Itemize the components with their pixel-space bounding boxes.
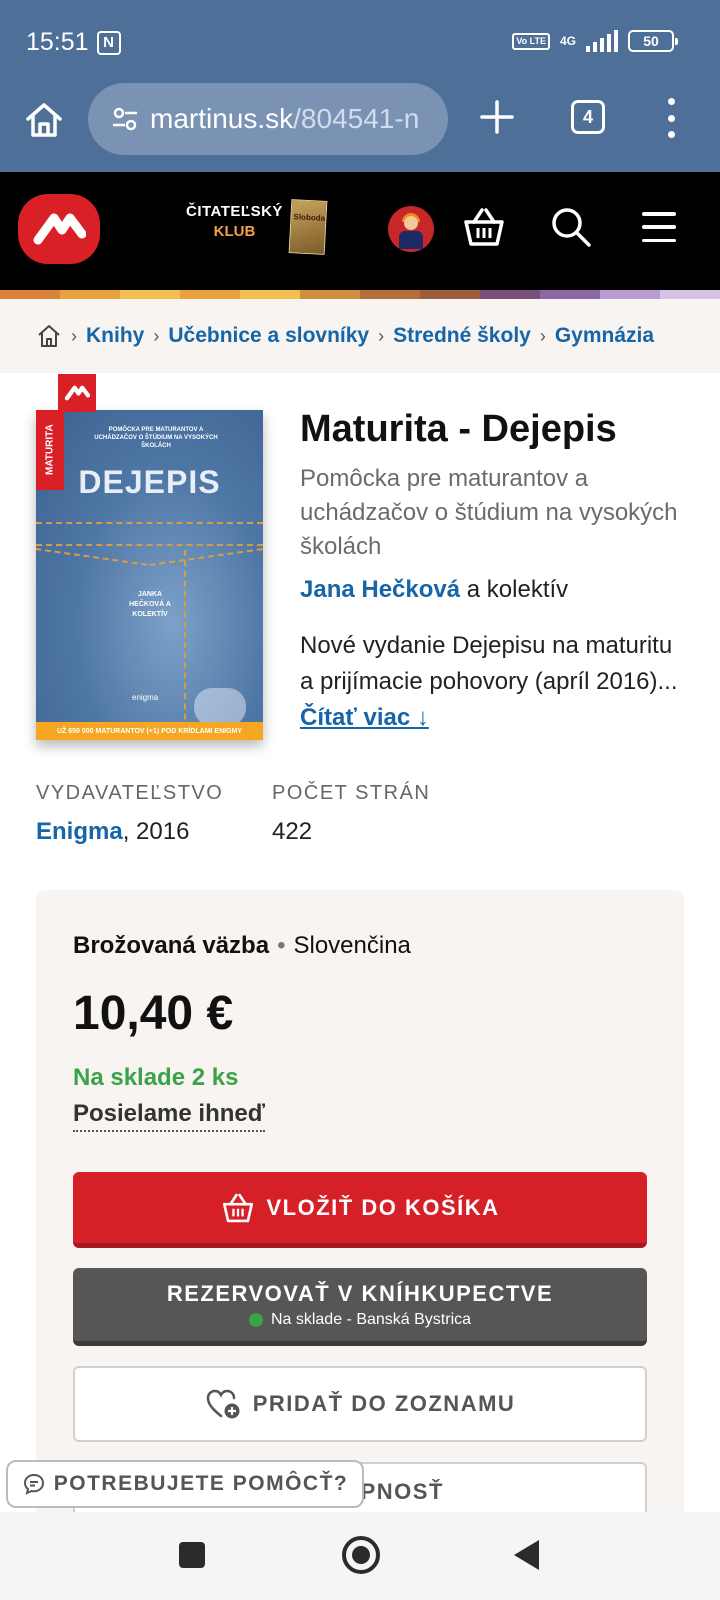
breadcrumb-ucebnice[interactable]: Učebnice a slovníky (168, 324, 369, 348)
martinus-logo[interactable] (18, 194, 100, 264)
add-to-cart-button[interactable]: VLOŽIŤ DO KOŠÍKA (73, 1172, 647, 1248)
chevron-right-icon: › (378, 325, 385, 346)
publisher-value: Enigma, 2016 (36, 818, 189, 846)
pages-value: 422 (272, 818, 313, 845)
read-more-link[interactable]: Čítať viac ↓ (300, 704, 429, 731)
address-bar[interactable]: martinus.sk/804541-n (88, 83, 448, 155)
url-path: /804541-n (293, 103, 420, 134)
reserve-in-store-button[interactable]: REZERVOVAŤ V KNÍHKUPECTVE Na sklade - Ba… (73, 1268, 647, 1346)
breadcrumb-knihy[interactable]: Knihy (86, 324, 144, 348)
hamburger-menu-icon[interactable] (642, 212, 676, 242)
add-to-cart-label: VLOŽIŤ DO KOŠÍKA (266, 1194, 500, 1220)
help-label: POTREBUJETE POMÔCŤ? (53, 1472, 349, 1495)
status-indicators: Vo LTE 4G 50 (512, 30, 678, 52)
author-suffix: a kolektív (460, 576, 569, 603)
chat-bubble-icon (23, 1473, 44, 1495)
site-settings-icon[interactable] (110, 104, 140, 134)
heart-plus-icon (206, 1389, 240, 1419)
chevron-right-icon: › (71, 325, 77, 346)
status-bar: 15:51 N Vo LTE 4G 50 (0, 0, 720, 86)
book-author-line: Jana Hečková a kolektív (300, 576, 568, 604)
format-line: Brožovaná väzba • Slovenčina (73, 932, 411, 959)
battery-level: 50 (643, 33, 659, 49)
back-icon[interactable] (514, 1540, 539, 1570)
user-avatar[interactable] (388, 206, 434, 252)
club-magazine-image[interactable]: Sloboda (288, 199, 328, 255)
author-link[interactable]: Jana Hečková (300, 576, 460, 603)
price: 10,40 € (73, 987, 234, 1040)
breadcrumb: › Knihy › Učebnice a slovníky › Stredné … (0, 299, 720, 373)
language: Slovenčina (293, 932, 411, 959)
clock: 15:51 (26, 28, 89, 56)
chevron-right-icon: › (153, 325, 160, 346)
tab-switcher-button[interactable]: 4 (571, 100, 605, 134)
more-options-icon[interactable] (664, 98, 678, 138)
shipping-info[interactable]: Posielame ihneď (73, 1100, 265, 1132)
publisher-label: VYDAVATEĽSTVO (36, 782, 224, 804)
nfc-icon: N (96, 30, 121, 55)
chevron-right-icon: › (539, 325, 546, 346)
publisher-link[interactable]: Enigma (36, 818, 123, 845)
site-header: ČITATEĽSKÝ KLUB Sloboda (0, 172, 720, 290)
tab-count: 4 (582, 106, 593, 127)
volte-icon: Vo LTE (512, 32, 550, 50)
recents-icon[interactable] (179, 1542, 205, 1568)
new-tab-icon[interactable] (478, 98, 516, 136)
status-time: 15:51 N (26, 28, 121, 57)
system-navigation-bar (0, 1512, 720, 1600)
battery-icon: 50 (628, 30, 678, 52)
description-text: Nové vydanie Dejepisu na maturitu a prij… (300, 632, 678, 695)
book-title: Maturita - Dejepis (300, 408, 617, 450)
martinus-badge-icon (58, 374, 96, 412)
color-stripe (0, 290, 720, 299)
club-line2: KLUB (213, 223, 256, 240)
browser-toolbar: martinus.sk/804541-n 4 (0, 83, 720, 172)
add-to-list-button[interactable]: PRIDAŤ DO ZOZNAMU (73, 1366, 647, 1442)
breadcrumb-stredne-skoly[interactable]: Stredné školy (393, 324, 531, 348)
book-cover[interactable]: MATURITA POMÔCKA PRE MATURANTOV A UCHÁDZ… (36, 410, 263, 740)
cover-title: DEJEPIS (78, 464, 221, 500)
basket-icon[interactable] (462, 206, 506, 248)
breadcrumb-gymnazia[interactable]: Gymnázia (555, 324, 654, 348)
cover-band: UŽ 650 000 MATURANTOV (+1) POD KRÍDLAMI … (36, 722, 263, 740)
add-to-list-label: PRIDAŤ DO ZOZNAMU (252, 1391, 516, 1416)
in-stock-dot-icon (248, 1312, 263, 1327)
home-circle-icon[interactable] (342, 1536, 380, 1574)
logo-mark-icon (33, 213, 86, 245)
club-line1: ČITATEĽSKÝ (186, 203, 283, 220)
stock-status: Na sklade 2 ks (73, 1064, 239, 1091)
network-type: 4G (559, 34, 576, 48)
breadcrumb-home-icon[interactable] (36, 323, 62, 349)
book-subtitle: Pomôcka pre maturantov a uchádzačov o št… (300, 465, 678, 560)
cover-publisher: enigma (132, 693, 159, 702)
cover-authors: JANKA HEČKOVÁ A KOLEKTÍV (129, 591, 171, 618)
book-description: Nové vydanie Dejepisu na maturitu a prij… (300, 628, 690, 736)
help-button[interactable]: POTREBUJETE POMÔCŤ? (6, 1460, 364, 1508)
url-host: martinus.sk (150, 103, 294, 134)
signal-icon (586, 30, 618, 52)
watermark-logo-icon (194, 688, 246, 726)
reserve-stock-line: Na sklade - Banská Bystrica (248, 1310, 472, 1329)
pages-label: POČET STRÁN (272, 782, 431, 804)
reader-club-link[interactable]: ČITATEĽSKÝ KLUB (186, 202, 283, 242)
binding-type: Brožovaná väzba (73, 932, 270, 959)
search-icon[interactable] (550, 206, 592, 248)
club-magazine-title: Sloboda (293, 212, 326, 223)
reserve-stock-text: Na sklade - Banská Bystrica (270, 1310, 472, 1328)
cover-subtitle: POMÔCKA PRE MATURANTOV A UCHÁDZAČOV O ŠT… (94, 427, 218, 449)
basket-icon (222, 1193, 253, 1222)
publish-year: , 2016 (122, 818, 190, 845)
home-icon[interactable] (24, 100, 64, 140)
reserve-label: REZERVOVAŤ V KNÍHKUPECTVE (166, 1280, 554, 1306)
